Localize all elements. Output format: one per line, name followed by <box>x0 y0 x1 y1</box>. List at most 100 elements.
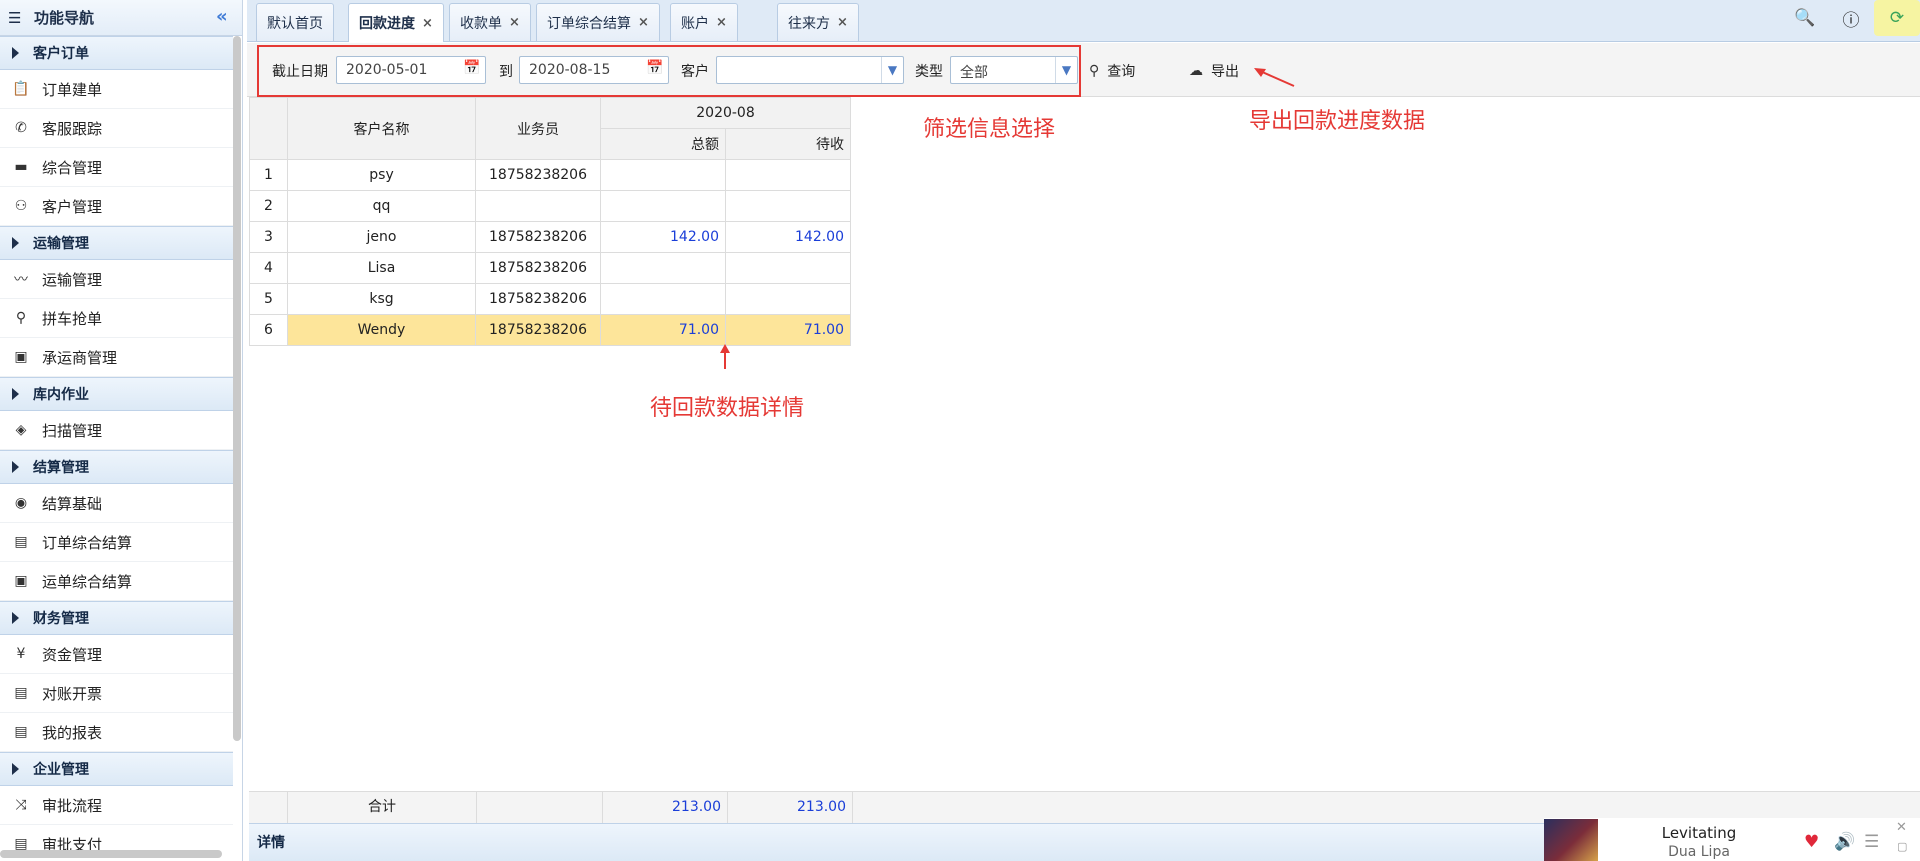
sidebar-group[interactable]: 财务管理 <box>0 601 233 635</box>
salesman-header[interactable]: 业务员 <box>475 97 601 160</box>
pending-cell: 142.00 <box>725 221 851 253</box>
app-switch-icon[interactable]: ⟳ <box>1874 0 1920 36</box>
sidebar-group[interactable]: 库内作业 <box>0 377 233 411</box>
sidebar-group[interactable]: 结算管理 <box>0 450 233 484</box>
sidebar-item[interactable]: ▣ 运单综合结算 <box>0 562 233 601</box>
clipboard-icon: 📋 <box>12 81 30 97</box>
caret-right-icon <box>12 612 19 624</box>
list-icon: ☰ <box>8 8 22 27</box>
row-number: 3 <box>249 221 288 253</box>
details-label: 详情 <box>257 835 285 851</box>
table-row[interactable]: 5 ksg 18758238206 <box>249 283 851 315</box>
type-label: 类型 <box>915 64 943 80</box>
sidebar-item[interactable]: ▤ 订单综合结算 <box>0 523 233 562</box>
heart-icon[interactable]: ♥ <box>1804 832 1819 852</box>
sidebar-item-label: 订单建单 <box>42 80 103 99</box>
route-icon: 〰 <box>14 272 28 288</box>
sidebar-item-label: 订单综合结算 <box>42 533 133 552</box>
sidebar-item[interactable]: ✆ 客服跟踪 <box>0 109 233 148</box>
salesman-cell: 18758238206 <box>475 159 601 191</box>
monitor-icon: ▬ <box>14 159 28 175</box>
table-row[interactable]: 6 Wendy 18758238206 71.00 71.00 <box>249 314 851 346</box>
sidebar-group[interactable]: 企业管理 <box>0 752 233 786</box>
album-cover[interactable] <box>1544 819 1598 861</box>
help-icon[interactable]: ⓘ <box>1828 0 1874 36</box>
pending-arrow-icon <box>720 344 730 369</box>
sidebar-item[interactable]: ▤ 我的报表 <box>0 713 233 752</box>
start-date-field[interactable]: 2020-05-01 📅 <box>336 56 486 84</box>
customer-name-cell: psy <box>287 159 476 191</box>
salesman-cell: 18758238206 <box>475 283 601 315</box>
totals-label: 合计 <box>288 792 477 823</box>
volume-icon[interactable]: 🔊 <box>1834 832 1855 852</box>
totals-total: 213.00 <box>603 792 728 823</box>
tab-receipt[interactable]: 收款单 × <box>449 3 531 41</box>
tab-account[interactable]: 账户 × <box>670 3 738 41</box>
sidebar-title: 功能导航 <box>34 9 95 27</box>
close-icon[interactable]: × <box>422 16 433 31</box>
sidebar-group-label: 库内作业 <box>33 387 89 403</box>
sidebar-group-label: 客户订单 <box>33 46 89 62</box>
collapse-sidebar-icon[interactable]: « <box>216 6 228 27</box>
sidebar-item[interactable]: 📋 订单建单 <box>0 70 233 109</box>
table-row[interactable]: 3 jeno 18758238206 142.00 142.00 <box>249 221 851 253</box>
calendar-icon[interactable]: 📅 <box>463 60 483 80</box>
totals-pending: 213.00 <box>728 792 853 823</box>
customer-name-header[interactable]: 客户名称 <box>287 97 476 160</box>
window-icon[interactable]: ▢ <box>1897 840 1907 853</box>
sidebar-item[interactable]: ⚇ 客户管理 <box>0 187 233 226</box>
totals-salesman <box>477 792 603 823</box>
export-button[interactable]: ☁ 导出 <box>1189 61 1239 81</box>
close-icon[interactable]: × <box>837 15 848 30</box>
tab-order-settlement[interactable]: 订单综合结算 × <box>536 3 660 41</box>
playlist-icon[interactable]: ☰ <box>1864 832 1879 852</box>
sidebar-group[interactable]: 客户订单 <box>0 36 233 70</box>
close-icon[interactable]: × <box>638 15 649 30</box>
sidebar-item[interactable]: ⤨ 审批流程 <box>0 786 233 825</box>
sidebar-scrollbar[interactable] <box>233 36 241 741</box>
tab-counterparty[interactable]: 往来方 × <box>777 3 859 41</box>
sidebar-item[interactable]: ⚲ 拼车抢单 <box>0 299 233 338</box>
row-number: 4 <box>249 252 288 284</box>
total-cell <box>600 190 726 222</box>
sidebar-group[interactable]: 运输管理 <box>0 226 233 260</box>
table-row[interactable]: 2 qq <box>249 190 851 222</box>
sidebar-item[interactable]: ▣ 承运商管理 <box>0 338 233 377</box>
export-label: 导出 <box>1211 64 1239 80</box>
tab-bar: 默认首页 回款进度 × 收款单 × 订单综合结算 × 账户 × 往来方 × 🔍 … <box>247 0 1920 42</box>
type-select[interactable]: 全部 ▼ <box>950 56 1078 84</box>
sidebar-item[interactable]: ▤ 对账开票 <box>0 674 233 713</box>
tab-label: 收款单 <box>460 15 502 32</box>
table-row[interactable]: 4 Lisa 18758238206 <box>249 252 851 284</box>
total-cell <box>600 283 726 315</box>
calendar-icon[interactable]: 📅 <box>646 60 666 80</box>
sidebar-item[interactable]: ◈ 扫描管理 <box>0 411 233 450</box>
sidebar-item[interactable]: ◉ 结算基础 <box>0 484 233 523</box>
pending-cell <box>725 190 851 222</box>
sidebar-horizontal-scrollbar[interactable] <box>0 850 222 858</box>
sidebar-item[interactable]: 〰运输管理 <box>0 260 233 299</box>
close-icon[interactable]: × <box>509 15 520 30</box>
sidebar-item[interactable]: ▬ 综合管理 <box>0 148 233 187</box>
deadline-label: 截止日期 <box>272 64 328 80</box>
map-pin-icon: ⚲ <box>15 310 27 326</box>
tab-payment-progress[interactable]: 回款进度 × <box>348 3 444 42</box>
close-icon[interactable]: ✕ <box>1896 820 1907 835</box>
end-date-value: 2020-08-15 <box>529 62 611 78</box>
chevron-down-icon[interactable]: ▼ <box>1055 57 1077 83</box>
sidebar-item-label: 扫描管理 <box>42 421 103 440</box>
total-cell <box>600 252 726 284</box>
chevron-down-icon[interactable]: ▼ <box>881 57 903 83</box>
close-icon[interactable]: × <box>716 15 727 30</box>
row-number: 1 <box>249 159 288 191</box>
pending-header[interactable]: 待收 <box>725 128 851 160</box>
sidebar-item[interactable]: ¥ 资金管理 <box>0 635 233 674</box>
customer-name-cell: ksg <box>287 283 476 315</box>
total-header[interactable]: 总额 <box>600 128 726 160</box>
search-icon[interactable]: 🔍 <box>1782 0 1828 36</box>
customer-select[interactable]: ▼ <box>716 56 904 84</box>
query-button[interactable]: ⚲ 查询 <box>1089 61 1135 81</box>
end-date-field[interactable]: 2020-08-15 📅 <box>519 56 669 84</box>
tab-home[interactable]: 默认首页 <box>256 3 334 41</box>
table-row[interactable]: 1 psy 18758238206 <box>249 159 851 191</box>
